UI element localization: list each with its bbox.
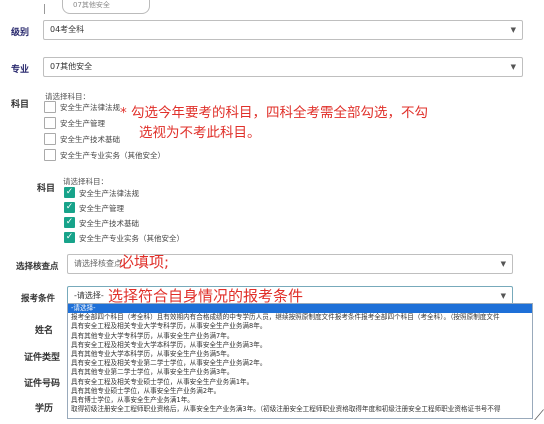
dropdown-option[interactable]: 具有安全工程及相关专业大学本科学历，从事安全生产业务满3年。 bbox=[68, 341, 532, 350]
resize-corner-icon: ⟋ bbox=[534, 408, 544, 424]
condition-placeholder: -请选择- bbox=[74, 291, 104, 300]
subject-option-label: 安全生产法律法规 bbox=[79, 189, 139, 198]
chevron-down-icon: ▼ bbox=[510, 26, 516, 34]
dropdown-option[interactable]: 具有其他专业第二学士学位，从事安全生产业务满3年。 bbox=[68, 368, 532, 377]
dropdown-option[interactable]: 取得初级注册安全工程师职业资格后，从事安全生产业务满3年。（初级注册安全工程师职… bbox=[68, 405, 532, 414]
exam-point-annotation: 必填项; bbox=[119, 253, 170, 271]
dropdown-option[interactable]: 具有其他专业硕士学位，从事安全生产业务满2年。 bbox=[68, 387, 532, 396]
dropdown-option[interactable]: 具有其他专业大学本科学历，从事安全生产业务满5年。 bbox=[68, 350, 532, 359]
subject-option-label: 安全生产专业实务（其他安全） bbox=[60, 151, 165, 160]
major-value: 07其他安全 bbox=[50, 62, 93, 71]
subjects-annotation-line1: * 勾选今年要考的科目，四科全考需全部勾选，不勾 bbox=[120, 105, 429, 121]
subject-checkbox-technology[interactable] bbox=[44, 133, 56, 145]
exam-point-placeholder: 请选择核查点 bbox=[74, 259, 122, 268]
dropdown-option[interactable]: 具有安全工程及相关专业大学专科学历，从事安全生产业务满8年。 bbox=[68, 322, 532, 331]
condition-dropdown-list[interactable]: -请选择- 报考全部四个科目（考全科）且有效期内有合格成绩的中专学历人员，继续按… bbox=[67, 303, 533, 419]
subject-checkbox-management[interactable] bbox=[44, 117, 56, 129]
level-label: 级别 bbox=[11, 28, 30, 38]
major-select[interactable]: 07其他安全 ▼ bbox=[43, 57, 523, 77]
education-label: 学历 bbox=[35, 404, 54, 414]
subjects-annotation-line2: 选视为不考此科目。 bbox=[139, 125, 261, 141]
checked-checkbox-law[interactable]: ✓ bbox=[64, 187, 75, 198]
dropdown-option[interactable]: 具有其他专业大学专科学历，从事安全生产业务满7年。 bbox=[68, 332, 532, 341]
subject-option-label: 安全生产管理 bbox=[79, 204, 124, 213]
subject-option-label: 安全生产技术基础 bbox=[79, 219, 139, 228]
level-select[interactable]: 04考全科 ▼ bbox=[43, 20, 523, 40]
id-type-label: 证件类型 bbox=[24, 353, 61, 363]
checked-checkbox-technology[interactable]: ✓ bbox=[64, 217, 75, 228]
chevron-down-icon: ▼ bbox=[500, 260, 506, 268]
subject-option-label: 安全生产管理 bbox=[60, 119, 105, 128]
name-label: 姓名 bbox=[35, 326, 54, 336]
subjects-label: 科目 bbox=[11, 100, 30, 110]
subject-option-label: 安全生产法律法规 bbox=[60, 103, 120, 112]
level-value: 04考全科 bbox=[50, 25, 85, 34]
major-label: 专业 bbox=[11, 65, 30, 75]
exam-point-label: 选择核查点 bbox=[16, 262, 59, 272]
top-divider bbox=[40, 4, 45, 14]
subject-checkbox-law[interactable] bbox=[44, 101, 56, 113]
previous-field-partial[interactable]: 07其他安全 bbox=[62, 0, 150, 14]
subjects-checked-hint: 请选择科目： bbox=[63, 177, 108, 186]
id-number-label: 证件号码 bbox=[24, 379, 61, 389]
condition-label: 报考条件 bbox=[21, 294, 56, 304]
subject-option-label: 安全生产技术基础 bbox=[60, 135, 120, 144]
dropdown-option[interactable]: 具有安全工程及相关专业硕士学位，从事安全生产业务满1年。 bbox=[68, 378, 532, 387]
subjects-checked-label: 科目 bbox=[37, 184, 56, 194]
subject-option-label: 安全生产专业实务（其他安全） bbox=[79, 234, 184, 243]
chevron-down-icon: ▼ bbox=[510, 63, 516, 71]
checked-checkbox-management[interactable]: ✓ bbox=[64, 202, 75, 213]
subject-checkbox-practice[interactable] bbox=[44, 149, 56, 161]
checked-checkbox-practice[interactable]: ✓ bbox=[64, 232, 75, 243]
dropdown-option[interactable]: 具有博士学位，从事安全生产业务满1年。 bbox=[68, 396, 532, 405]
dropdown-option[interactable]: -请选择- bbox=[68, 304, 532, 314]
